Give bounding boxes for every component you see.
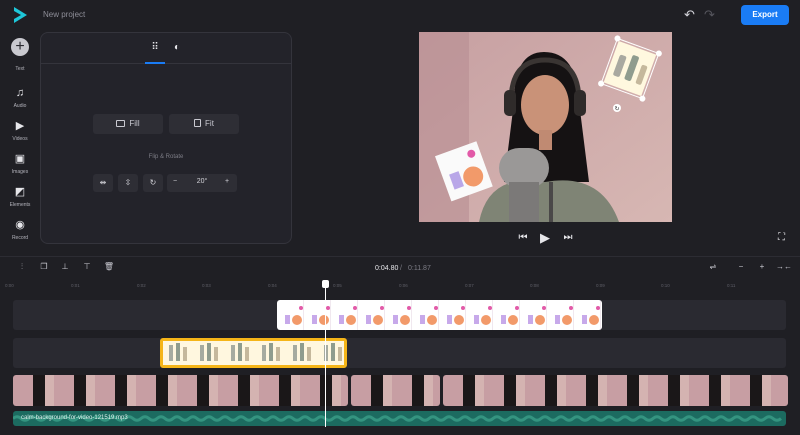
zoom-in-icon[interactable]: +: [755, 262, 769, 274]
redo-icon[interactable]: ↷: [704, 8, 718, 22]
record-icon: ◉: [15, 219, 25, 231]
angle-stepper[interactable]: − 20° +: [167, 174, 237, 192]
ruler-tick: 0:02: [137, 283, 146, 288]
sticker-clip-2-thumbs: [169, 343, 342, 361]
delete-icon[interactable]: 🗑: [102, 262, 116, 274]
sidebar-item-elements[interactable]: ◩ Elements: [0, 185, 40, 208]
fill-button[interactable]: Fill: [93, 114, 163, 134]
sidebar-item-text[interactable]: Text: [0, 66, 40, 72]
sidebar-label-elements: Elements: [9, 202, 31, 208]
preview-frame: ↻: [419, 32, 672, 222]
sidebar-label-record: Record: [11, 235, 29, 241]
current-time: 0:04.80: [375, 265, 399, 272]
video-icon: ▶: [15, 120, 25, 132]
video-clip-3[interactable]: [443, 375, 788, 406]
ruler-tick: 0:11: [727, 283, 736, 288]
ruler-tick: 0:06: [399, 283, 408, 288]
fill-icon: [116, 120, 126, 127]
skip-forward-icon[interactable]: ⏭: [562, 232, 574, 244]
top-bar: New project ↶ ↷ Export: [0, 0, 800, 30]
timeline-track-2[interactable]: [13, 338, 786, 368]
ruler-tick: 0:01: [71, 283, 80, 288]
duplicate-icon[interactable]: ❐: [37, 262, 51, 274]
video-clip-2[interactable]: [351, 375, 440, 406]
sidebar-item-audio[interactable]: ♫ Audio: [0, 86, 40, 109]
sidebar-item-videos[interactable]: ▶ Videos: [0, 119, 40, 142]
panel-tabs: ⠿ ◐: [41, 33, 291, 64]
ruler-tick: 0:04: [268, 283, 277, 288]
flip-rotate-label: Flip & Rotate: [148, 154, 184, 160]
video-clip-1[interactable]: [13, 375, 348, 406]
music-icon: ♫: [15, 87, 25, 99]
sidebar-label-images: Images: [11, 169, 29, 175]
expand-icon[interactable]: →←: [776, 262, 792, 274]
play-icon[interactable]: ▶: [539, 230, 551, 245]
sidebar-label-videos: Videos: [12, 136, 28, 142]
playhead[interactable]: [325, 281, 326, 427]
sidebar-item-images[interactable]: ▣ Images: [0, 152, 40, 175]
sidebar-item-record[interactable]: ◉ Record: [0, 218, 40, 241]
ruler-tick: 0:07: [465, 283, 474, 288]
align-bottom-icon[interactable]: ⊥: [58, 262, 72, 274]
contrast-tab-icon[interactable]: ◐: [171, 42, 183, 54]
sidebar-label-audio: Audio: [13, 103, 27, 109]
ruler-tick: 0:03: [202, 283, 211, 288]
elements-icon: ◩: [14, 186, 26, 198]
project-title[interactable]: New project: [43, 10, 85, 19]
audio-clip-label: calm-background-for-video-121519.mp3: [21, 415, 128, 421]
active-tab-indicator: [145, 62, 165, 64]
split-icon[interactable]: ⫶: [15, 262, 29, 274]
align-top-icon[interactable]: ⊤: [80, 262, 94, 274]
ruler-tick: 0:10: [661, 283, 670, 288]
skip-back-icon[interactable]: ⏮: [517, 232, 529, 244]
sidebar-label-text: Text: [15, 66, 25, 72]
add-text-icon[interactable]: +: [11, 38, 29, 56]
fill-label: Fill: [129, 119, 140, 128]
audio-clip[interactable]: calm-background-for-video-121519.mp3: [13, 411, 786, 426]
export-button[interactable]: Export: [741, 5, 789, 25]
timeline-ruler[interactable]: 0:00 0:01 0:02 0:03 0:04 0:05 0:06 0:07 …: [0, 279, 800, 295]
fit-icon: [194, 119, 202, 127]
time-separator: /: [400, 265, 402, 272]
total-time: 0:11.87: [408, 265, 431, 272]
playhead-handle[interactable]: [322, 280, 329, 288]
ruler-tick: 0:00: [5, 283, 14, 288]
image-icon: ▣: [14, 153, 26, 165]
ruler-tick: 0:09: [596, 283, 605, 288]
flip-vertical-icon[interactable]: ⇳: [118, 174, 138, 192]
svg-text:↻: ↻: [614, 106, 619, 113]
fit-label: Fit: [205, 119, 214, 128]
audio-waveform: [13, 415, 782, 422]
properties-panel: ⠿ ◐ Fill Fit Flip & Rotate ⇹ ⇳ ↻ − 20° +: [40, 32, 292, 244]
video-preview[interactable]: ↻: [419, 32, 672, 222]
angle-plus-button[interactable]: +: [225, 178, 229, 185]
fit-timeline-icon[interactable]: ⇌: [706, 262, 720, 274]
zoom-out-icon[interactable]: −: [734, 262, 748, 274]
fullscreen-icon[interactable]: ⛶: [778, 232, 790, 244]
sticker-clip-2-selected[interactable]: [160, 338, 347, 368]
app-logo-icon[interactable]: [12, 6, 28, 24]
undo-icon[interactable]: ↶: [684, 8, 698, 22]
grid-tab-icon[interactable]: ⠿: [149, 42, 161, 54]
rotate-icon[interactable]: ↻: [143, 174, 163, 192]
flip-horizontal-icon[interactable]: ⇹: [93, 174, 113, 192]
fit-button[interactable]: Fit: [169, 114, 239, 134]
timeline-toolbar: ⫶ ❐ ⊥ ⊤ 🗑 0:04.80 / 0:11.87 ⇌ − + →←: [0, 256, 800, 278]
ruler-tick: 0:08: [530, 283, 539, 288]
ruler-tick: 0:05: [333, 283, 342, 288]
